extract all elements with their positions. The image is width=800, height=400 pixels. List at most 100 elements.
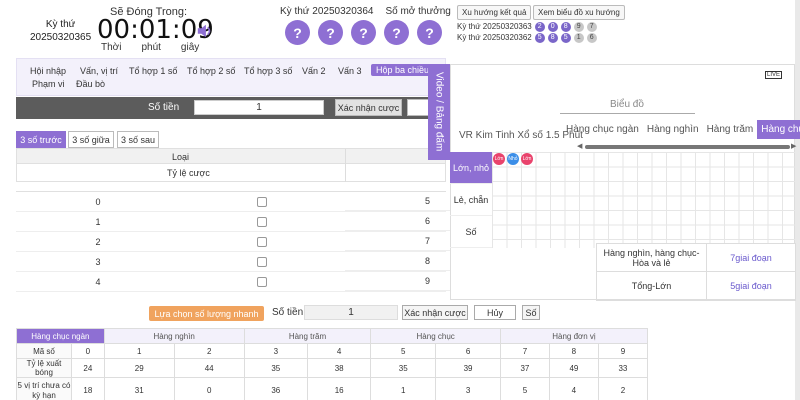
code-cell: 8 — [548, 343, 599, 359]
group-tab-units[interactable]: Hàng đơn vị — [499, 328, 649, 344]
number-label: 3 — [95, 256, 101, 267]
missing-row: 5 vị trí chưa có kỳ hạn 18 31 0 36 16 1 … — [16, 377, 649, 400]
history-row: Kỳ thứ 20250320363 2 0 8 9 7 — [457, 21, 597, 32]
quick-cancel-button[interactable]: Hủy — [474, 305, 516, 320]
group-tab-hundreds[interactable]: Hàng trăm — [243, 328, 372, 344]
trend-chart-button[interactable]: Xem biểu đồ xu hướng — [533, 5, 625, 20]
quick-confirm-button[interactable]: Xác nhận cược — [402, 305, 468, 320]
streak-value: 5giai đoạn — [730, 280, 772, 291]
tab-hop-ba-chieu[interactable]: Hộp ba chiều — [371, 64, 435, 76]
subtab-middle-three[interactable]: 3 số giữa — [68, 131, 114, 148]
number-checkbox[interactable] — [257, 236, 267, 247]
code-cell: 4 — [306, 343, 372, 359]
subtab-first-three[interactable]: 3 số trước — [16, 131, 66, 148]
live-icon: LIVE — [765, 71, 783, 79]
side-item-big-small[interactable]: Lớn, nhỏ — [450, 152, 492, 184]
pending-ball: ? — [417, 20, 442, 45]
tab-to-hop-3[interactable]: Tổ hợp 3 số — [244, 66, 292, 76]
type-header: Loại — [16, 148, 446, 165]
timer-unit-minute: phút — [141, 42, 161, 53]
rate-cell: 44 — [173, 358, 245, 378]
history-row: Kỳ thứ 20250320362 5 8 5 1 6 — [457, 32, 597, 43]
trend-dot: Lớn — [493, 153, 505, 165]
history-ball: 1 — [573, 32, 584, 43]
code-cell: 0 — [71, 343, 105, 359]
missing-cell: 31 — [103, 377, 175, 400]
subtab-last-three[interactable]: 3 số sau — [117, 131, 159, 148]
streak-name: Hàng nghìn, hàng chục-Hòa và lẻ — [597, 244, 707, 271]
tab-hoi-nhap[interactable]: Hội nhập — [30, 66, 66, 76]
streak-name: Tổng-Lớn — [597, 272, 707, 299]
missing-label: 5 vị trí chưa có kỳ hạn — [16, 377, 72, 400]
history-ball: 6 — [586, 32, 597, 43]
streak-value: 7giai đoạn — [730, 252, 772, 263]
chart-tab[interactable]: Hàng nghìn — [643, 120, 703, 139]
history-issue: Kỳ thứ 20250320363 — [457, 22, 532, 31]
tab-van-3[interactable]: Vấn 3 — [338, 66, 362, 76]
tab-dau-bo[interactable]: Đầu bò — [76, 79, 105, 89]
speaker-icon[interactable] — [196, 22, 214, 40]
rate-cell: 29 — [103, 358, 175, 378]
issue-label: Kỳ thứ — [45, 19, 76, 30]
code-cell: 9 — [597, 343, 649, 359]
quick-select-button[interactable]: Lựa chọn số lượng nhanh — [149, 306, 264, 321]
number-checkbox[interactable] — [257, 256, 267, 267]
code-cell: 6 — [435, 343, 501, 359]
number-label: 0 — [95, 196, 101, 207]
trend-results-button[interactable]: Xu hướng kết quả — [457, 5, 532, 20]
tab-van-vi-tri[interactable]: Vấn, vị trí — [80, 66, 118, 76]
next-issue-number: Kỳ thứ 20250320364 — [280, 6, 374, 17]
pending-ball: ? — [318, 20, 343, 45]
history-ball: 7 — [586, 21, 597, 32]
quick-money-input[interactable]: 1 — [304, 305, 398, 320]
tab-pham-vi[interactable]: Phạm vi — [32, 79, 65, 89]
history-ball: 2 — [534, 21, 545, 32]
page-scrollbar[interactable] — [795, 0, 800, 400]
group-tab-ten-thousands[interactable]: Hàng chục ngàn — [16, 328, 105, 344]
side-item-number[interactable]: Số — [450, 216, 492, 248]
missing-cell: 0 — [173, 377, 245, 400]
confirm-bet-button[interactable]: Xác nhận cược — [335, 99, 402, 116]
draw-label: Số mở thưởng — [385, 6, 451, 17]
history-ball: 9 — [573, 21, 584, 32]
number-checkbox[interactable] — [257, 276, 267, 287]
rate-cell: 39 — [435, 358, 501, 378]
history-ball: 0 — [547, 21, 558, 32]
streak-table: Hàng nghìn, hàng chục-Hòa và lẻ 7giai đo… — [596, 243, 796, 301]
rate-cell: 24 — [71, 358, 105, 378]
chart-tab-active[interactable]: Hàng chục — [757, 120, 800, 139]
chart-tab[interactable]: Hàng chục ngàn — [562, 120, 643, 139]
chart-label: Biểu đồ — [610, 99, 644, 110]
tab-to-hop-2[interactable]: Tổ hợp 2 số — [187, 66, 235, 76]
streak-row: Hàng nghìn, hàng chục-Hòa và lẻ 7giai đo… — [597, 244, 795, 272]
draw-history: Kỳ thứ 20250320363 2 0 8 9 7 Kỳ thứ 2025… — [457, 21, 597, 43]
missing-cell: 1 — [370, 377, 437, 400]
history-ball: 8 — [560, 21, 571, 32]
timer-unit-hour: Thời — [101, 42, 122, 53]
chart-scrollbar[interactable] — [585, 145, 790, 149]
chart-tabs: Hàng chục ngàn Hàng nghìn Hàng trăm Hàng… — [562, 120, 800, 139]
tab-van-2[interactable]: Vấn 2 — [302, 66, 326, 76]
history-ball: 5 — [560, 32, 571, 43]
odds-row: Tỷ lệ cược — [16, 164, 446, 182]
quick-money-label: Số tiền — [272, 307, 304, 318]
next-issue: Kỳ thứ 20250320364 Số mở thưởng — [280, 6, 451, 17]
group-tab-tens[interactable]: Hàng chục — [370, 328, 501, 344]
chart-tab[interactable]: Hàng trăm — [703, 120, 758, 139]
quick-number-button[interactable]: Số — [522, 305, 540, 320]
group-tab-thousands[interactable]: Hàng nghìn — [103, 328, 245, 344]
scroll-left-icon[interactable]: ◀ — [577, 142, 582, 150]
pending-ball: ? — [351, 20, 376, 45]
statistics-table: Hàng chục ngàn Hàng nghìn Hàng trăm Hàng… — [16, 328, 649, 400]
missing-cell: 18 — [71, 377, 105, 400]
video-tab[interactable]: Video / Bảng đấm — [428, 64, 450, 160]
side-item-odd-even[interactable]: Lẻ, chẵn — [450, 184, 492, 216]
number-checkbox[interactable] — [257, 216, 267, 227]
number-checkbox[interactable] — [257, 196, 267, 207]
scroll-right-icon[interactable]: ▶ — [791, 142, 796, 150]
code-cell: 7 — [499, 343, 550, 359]
tab-to-hop-1[interactable]: Tổ hợp 1 số — [129, 66, 177, 76]
money-input[interactable]: 1 — [194, 100, 324, 115]
code-cell: 2 — [173, 343, 245, 359]
missing-cell: 2 — [597, 377, 649, 400]
